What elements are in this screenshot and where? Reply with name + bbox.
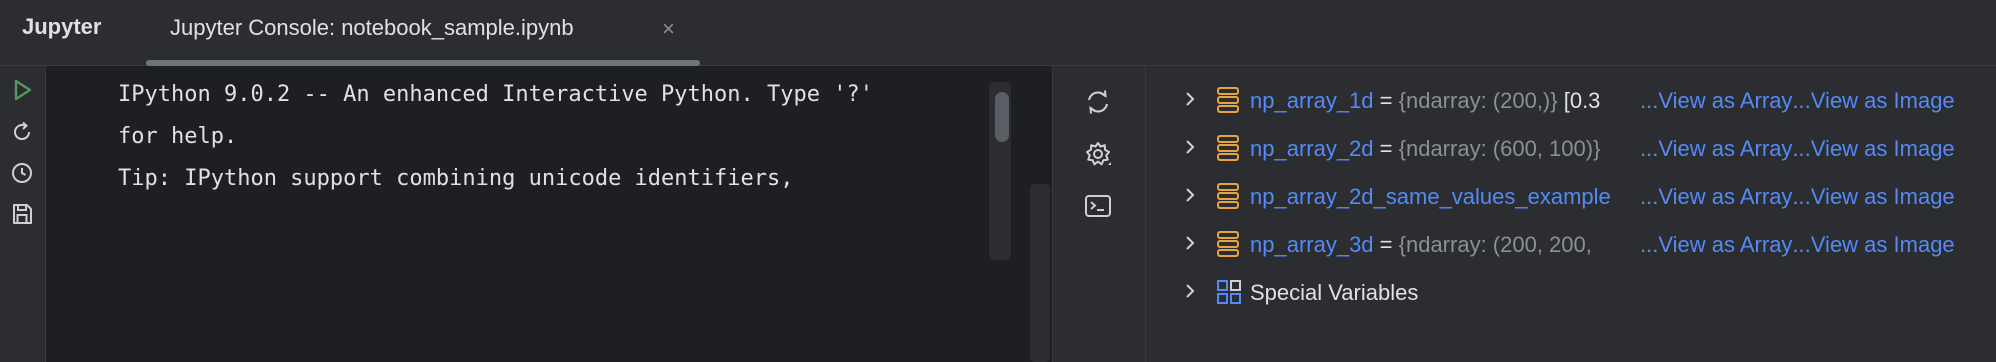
variable-row[interactable]: np_array_3d = {ndarray: (200, 200, ...Vi… [1146,221,1996,269]
variable-name: np_array_3d [1250,232,1374,257]
variables-toolbar [1052,66,1146,362]
variable-equals: = [1373,136,1399,161]
variable-type: {ndarray: (200,)} [1398,88,1558,113]
variable-value: [0.3 [1557,88,1601,113]
variable-name: np_array_2d_same_values_example [1250,184,1611,209]
sync-button[interactable] [1082,86,1114,118]
save-icon [13,204,32,224]
settings-button[interactable] [1082,138,1114,170]
variable-text: np_array_2d = {ndarray: (600, 100)} [1250,135,1600,163]
tab-bar: Jupyter Jupyter Console: notebook_sample… [0,0,1996,66]
variable-name: np_array_1d [1250,88,1374,113]
view-as-array-link[interactable]: ...View as Array [1640,88,1792,114]
variables-panel: np_array_1d = {ndarray: (200,)} [0.3 ...… [1146,66,1996,362]
restart-button[interactable] [6,116,38,148]
variable-type: {ndarray: (600, 100)} [1398,136,1601,161]
view-links: ...View as Array ...View as Image [1638,221,1955,269]
sync-icon [1088,90,1108,114]
variable-equals: = [1373,232,1399,257]
view-as-image-link[interactable]: ...View as Image [1792,136,1954,162]
run-button[interactable] [6,74,38,106]
variable-text: np_array_2d_same_values_example [1250,183,1611,211]
chevron-right-icon[interactable] [1180,137,1200,157]
console-output[interactable]: IPython 9.0.2 -- An enhanced Interactive… [46,66,1050,362]
special-variables-label: Special Variables [1250,280,1419,305]
view-as-array-link[interactable]: ...View as Array [1640,184,1792,210]
variable-text: np_array_1d = {ndarray: (200,)} [0.3 [1250,87,1600,115]
close-icon[interactable]: × [662,16,675,42]
variable-equals: = [1373,88,1399,113]
chevron-right-icon[interactable] [1180,233,1200,253]
save-button[interactable] [6,198,38,230]
app-title: Jupyter [22,14,102,39]
view-links: ...View as Array ...View as Image [1638,125,1955,173]
chevron-right-icon[interactable] [1180,185,1200,205]
left-toolbar [0,66,46,362]
array-icon [1217,231,1239,257]
chevron-right-icon[interactable] [1180,281,1200,301]
view-as-array-link[interactable]: ...View as Array [1640,232,1792,258]
console-text: IPython 9.0.2 -- An enhanced Interactive… [118,74,873,200]
settings-icon [1086,142,1111,166]
console-line: IPython 9.0.2 -- An enhanced Interactive… [118,82,873,107]
variable-text: np_array_3d = {ndarray: (200, 200, [1250,231,1592,259]
variable-row[interactable]: np_array_1d = {ndarray: (200,)} [0.3 ...… [1146,77,1996,125]
variable-name: np_array_2d [1250,136,1374,161]
history-icon [12,163,32,183]
special-variables-row[interactable]: Special Variables [1146,269,1996,317]
view-as-image-link[interactable]: ...View as Image [1792,88,1954,114]
chevron-right-icon[interactable] [1180,89,1200,109]
console-line: Tip: IPython support combining unicode i… [118,166,794,191]
view-as-image-link[interactable]: ...View as Image [1792,232,1954,258]
console-scrollbar-thumb[interactable] [995,92,1009,142]
variable-row[interactable]: np_array_2d_same_values_example ...View … [1146,173,1996,221]
history-button[interactable] [6,157,38,189]
variable-row[interactable]: np_array_2d = {ndarray: (600, 100)} ...V… [1146,125,1996,173]
terminal-button[interactable] [1082,190,1114,222]
panel-scrollbar[interactable] [1030,184,1050,362]
array-icon [1217,135,1239,161]
view-links: ...View as Array ...View as Image [1638,77,1955,125]
special-variables-icon [1217,280,1241,304]
terminal-icon [1085,195,1111,217]
restart-icon [14,121,31,141]
console-line: for help. [118,124,238,149]
run-icon [14,79,32,101]
variable-type: {ndarray: (200, 200, [1398,232,1592,257]
view-links: ...View as Array ...View as Image [1638,173,1955,221]
view-as-image-link[interactable]: ...View as Image [1792,184,1954,210]
view-as-array-link[interactable]: ...View as Array [1640,136,1792,162]
array-icon [1217,87,1239,113]
tab-label: Jupyter Console: notebook_sample.ipynb [170,15,574,40]
array-icon [1217,183,1239,209]
tab-jupyter-console[interactable]: Jupyter Console: notebook_sample.ipynb × [146,0,700,66]
